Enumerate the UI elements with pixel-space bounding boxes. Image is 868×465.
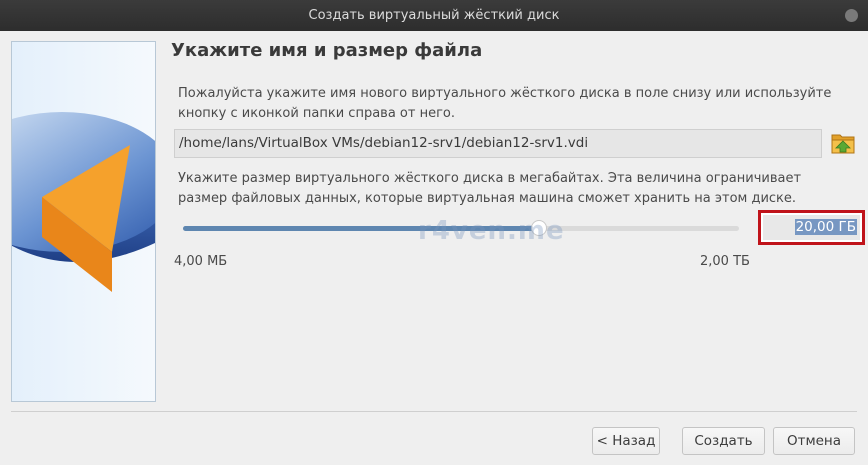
- title-bar: Создать виртуальный жёсткий диск: [0, 0, 868, 31]
- cancel-button[interactable]: Отмена: [773, 427, 855, 455]
- name-hint: Пожалуйста укажите имя нового виртуально…: [178, 84, 831, 124]
- size-input-inner[interactable]: 20,00 ГБ: [763, 215, 860, 240]
- size-hint-line: размер файловых данных, которые виртуаль…: [178, 191, 797, 206]
- divider: [11, 411, 857, 412]
- name-hint-line: Пожалуйста укажите имя нового виртуально…: [178, 86, 832, 101]
- watermark: r4ven.me: [418, 216, 565, 246]
- size-hint-line: Укажите размер виртуального жёсткого дис…: [178, 171, 802, 186]
- slider-max-label: 2,00 ТБ: [700, 254, 750, 269]
- close-icon[interactable]: [845, 9, 858, 22]
- name-hint-line: кнопку с иконкой папки справа от него.: [178, 106, 455, 121]
- window-title: Создать виртуальный жёсткий диск: [308, 8, 560, 23]
- size-input[interactable]: 20,00 ГБ: [758, 210, 865, 245]
- size-hint: Укажите размер виртуального жёсткого дис…: [178, 169, 801, 209]
- page-title: Укажите имя и размер файла: [171, 40, 483, 61]
- create-button[interactable]: Создать: [682, 427, 765, 455]
- size-value: 20,00 ГБ: [794, 219, 857, 235]
- folder-open-icon[interactable]: [829, 128, 857, 158]
- file-path-field[interactable]: /home/lans/VirtualBox VMs/debian12-srv1/…: [174, 129, 822, 158]
- wizard-side-image: [11, 41, 156, 402]
- slider-min-label: 4,00 МБ: [174, 254, 228, 269]
- hard-disk-pie-icon: [12, 112, 155, 292]
- back-button[interactable]: < Назад: [592, 427, 660, 455]
